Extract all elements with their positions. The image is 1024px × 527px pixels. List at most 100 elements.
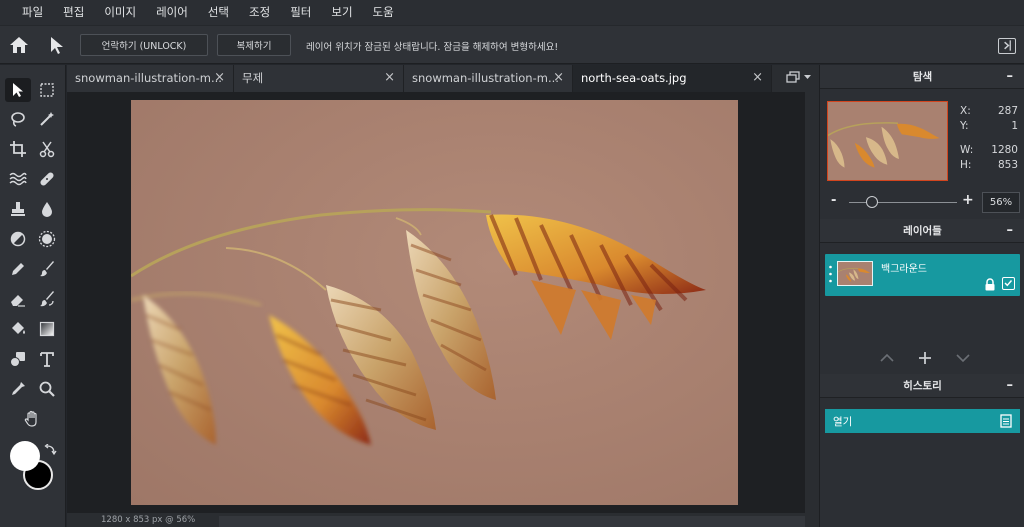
shape-tool[interactable]: [5, 347, 31, 371]
replace-brush-icon: [40, 291, 54, 307]
home-icon[interactable]: [8, 35, 30, 55]
document-tabs: snowman-illustration-m... × 무제 × snowman…: [67, 65, 819, 92]
chevron-down-icon[interactable]: [956, 353, 970, 363]
bandage-icon: [40, 172, 54, 186]
foreground-color-swatch[interactable]: [10, 441, 40, 471]
menu-layer[interactable]: 레이어: [146, 0, 198, 25]
swap-colors-icon[interactable]: [44, 444, 57, 457]
zoom-out-button[interactable]: -: [831, 193, 836, 208]
menu-image[interactable]: 이미지: [94, 0, 146, 25]
tab-snowman-2[interactable]: snowman-illustration-m... ×: [404, 65, 573, 92]
tab-label: 무제: [242, 71, 264, 85]
color-replace-tool[interactable]: [34, 287, 60, 311]
lock-icon[interactable]: [984, 278, 996, 291]
brush-tool[interactable]: [34, 257, 60, 281]
tool-bar: [0, 65, 66, 527]
tab-arrange-menu[interactable]: [786, 71, 811, 83]
tab-untitled[interactable]: 무제 ×: [234, 65, 404, 92]
tab-close-icon[interactable]: ×: [752, 65, 763, 91]
photopea-app: 파일 편집 이미지 레이어 선택 조정 필터 보기 도움 언락하기 (UNLOC…: [0, 0, 1024, 527]
text-tool[interactable]: [34, 347, 60, 371]
zoom-tool[interactable]: [34, 377, 60, 401]
brush-icon: [40, 261, 54, 277]
tab-close-icon[interactable]: ×: [553, 65, 564, 91]
menu-select[interactable]: 선택: [198, 0, 239, 25]
lasso-tool[interactable]: [5, 107, 31, 131]
stamp-tool[interactable]: [5, 197, 31, 221]
layer-visibility-checkbox[interactable]: [1002, 277, 1015, 290]
zoom-control: - + 56%: [820, 192, 1024, 214]
add-layer-icon[interactable]: [918, 351, 932, 365]
liquify-tool[interactable]: [5, 167, 31, 191]
unlock-button[interactable]: 언락하기 (UNLOCK): [80, 34, 208, 56]
menu-view[interactable]: 보기: [321, 0, 362, 25]
document-icon: [1000, 414, 1012, 428]
dodge-tool[interactable]: [5, 227, 31, 251]
drop-icon: [42, 202, 52, 217]
eyedropper-tool[interactable]: [5, 377, 31, 401]
healing-tool[interactable]: [34, 167, 60, 191]
move-arrow-icon[interactable]: [47, 35, 67, 55]
menu-adjust[interactable]: 조정: [239, 0, 280, 25]
sponge-tool[interactable]: [34, 227, 60, 251]
zoom-slider-handle[interactable]: [866, 196, 878, 208]
fill-tool[interactable]: [5, 317, 31, 341]
tab-north-sea-oats[interactable]: north-sea-oats.jpg ×: [573, 65, 772, 92]
right-panel: 탐색 – X: 287 Y: 1 W: 1280 H: 853 - + 56%: [819, 65, 1024, 527]
tab-snowman-1[interactable]: snowman-illustration-m... ×: [67, 65, 234, 92]
magic-wand-icon: [40, 112, 54, 126]
zoom-percent-field[interactable]: 56%: [982, 192, 1020, 213]
move-tool[interactable]: [5, 78, 31, 102]
chevron-up-icon[interactable]: [880, 353, 894, 363]
x-label: X:: [960, 105, 971, 117]
hand-tool[interactable]: [19, 407, 45, 431]
options-bar: 언락하기 (UNLOCK) 복제하기 레이어 위치가 잠금된 상태랍니다. 잠금…: [0, 25, 1024, 64]
layers-header[interactable]: 레이어들 –: [820, 219, 1024, 243]
crop-tool[interactable]: [5, 137, 31, 161]
navigator-title: 탐색: [912, 71, 933, 83]
magnifier-icon: [39, 381, 55, 397]
tab-label: north-sea-oats.jpg: [581, 71, 687, 85]
eraser-tool[interactable]: [5, 287, 31, 311]
toggle-panel-icon[interactable]: [998, 38, 1016, 54]
menu-help[interactable]: 도움: [363, 0, 404, 25]
history-header[interactable]: 히스토리 –: [820, 374, 1024, 398]
crop-icon: [10, 141, 26, 157]
rect-select-icon: [40, 83, 54, 97]
layer-row-background[interactable]: 백그라운드: [825, 254, 1020, 296]
eraser-icon: [11, 295, 25, 307]
minimize-icon[interactable]: –: [1007, 65, 1014, 89]
tab-label: snowman-illustration-m...: [412, 71, 559, 85]
menu-filter[interactable]: 필터: [280, 0, 321, 25]
slice-tool[interactable]: [34, 137, 60, 161]
pencil-tool[interactable]: [5, 257, 31, 281]
zoom-in-button[interactable]: +: [962, 192, 974, 208]
layer-thumbnail-image: [838, 267, 871, 282]
magic-wand-tool[interactable]: [34, 107, 60, 131]
canvas-area[interactable]: [67, 92, 805, 513]
pencil-icon: [12, 263, 24, 275]
layer-name: 백그라운드: [881, 264, 927, 275]
menu-file[interactable]: 파일: [12, 0, 53, 25]
horizontal-scrollbar[interactable]: [219, 516, 805, 527]
tab-close-icon[interactable]: ×: [214, 65, 225, 91]
vertical-scrollbar[interactable]: [805, 92, 819, 513]
history-title: 히스토리: [903, 380, 942, 392]
blur-tool[interactable]: [34, 197, 60, 221]
gradient-tool[interactable]: [34, 317, 60, 341]
lock-message: 레이어 위치가 잠금된 상태랍니다. 잠금을 해제하여 변형하세요!: [306, 42, 559, 53]
marquee-tool[interactable]: [34, 78, 60, 102]
eyedropper-icon: [12, 382, 25, 395]
history-item-open[interactable]: 열기: [825, 409, 1020, 433]
minimize-icon[interactable]: –: [1007, 374, 1014, 398]
chevron-right-icon: [1004, 40, 1011, 51]
tab-close-icon[interactable]: ×: [384, 65, 395, 91]
drag-handle-icon[interactable]: [829, 265, 832, 283]
minimize-icon[interactable]: –: [1007, 219, 1014, 243]
w-label: W:: [960, 144, 974, 156]
canvas-image[interactable]: [131, 100, 738, 505]
menu-edit[interactable]: 편집: [53, 0, 94, 25]
duplicate-button[interactable]: 복제하기: [217, 34, 291, 56]
navigator-thumbnail[interactable]: [827, 101, 948, 181]
navigator-header[interactable]: 탐색 –: [820, 65, 1024, 89]
